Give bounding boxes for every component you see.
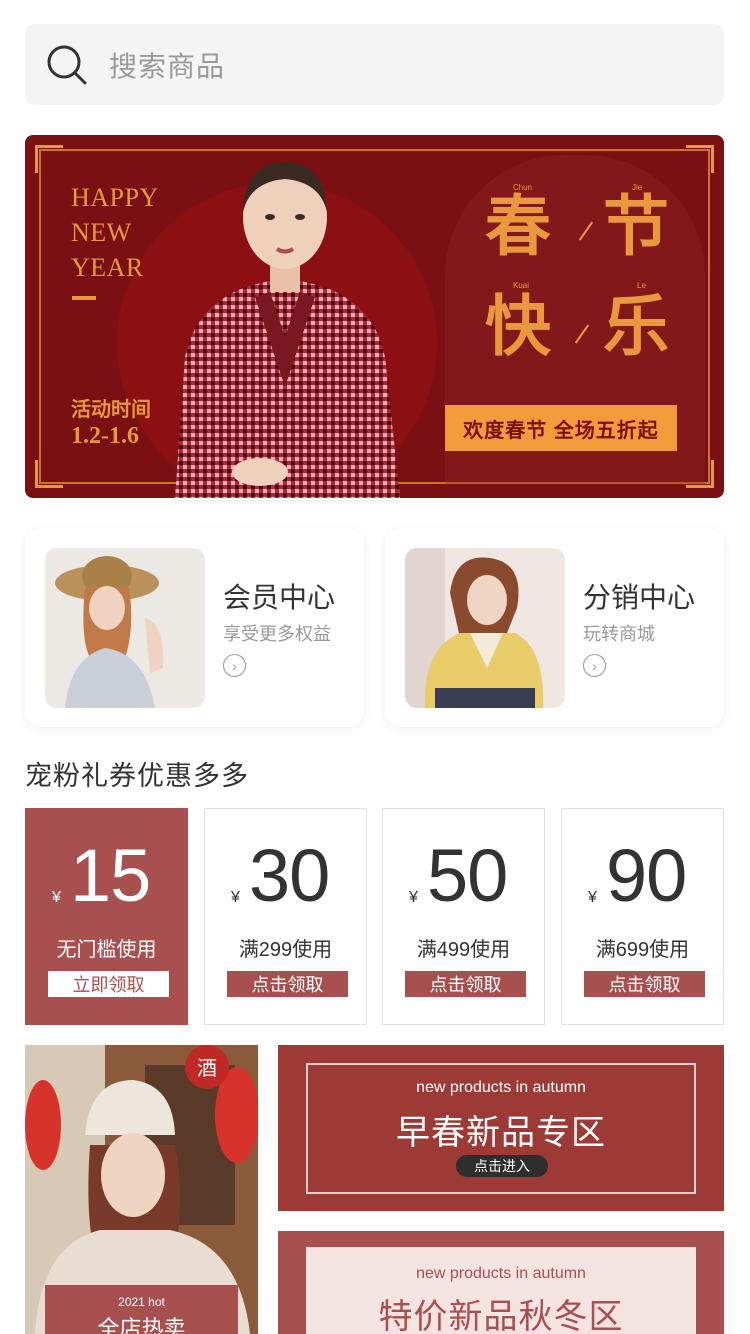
promo-title: 早春新品专区 xyxy=(396,1114,606,1152)
coupon-condition: 满699使用 xyxy=(595,939,690,961)
svg-text:酒: 酒 xyxy=(197,1056,217,1080)
activity-dates: 1.2-1.6 xyxy=(71,423,139,449)
enter-button[interactable]: 点击进入 xyxy=(456,1155,548,1177)
coupon-card[interactable]: ¥ 50 满499使用 点击领取 xyxy=(382,808,545,1025)
coupon-condition: 满499使用 xyxy=(416,939,511,961)
promo-english-subtitle: new products in autumn xyxy=(416,1079,586,1096)
hot-sale-tag: 2021 hot 全店热卖 xyxy=(45,1285,238,1334)
search-icon xyxy=(47,45,87,84)
promo-title: 特价新品秋冬区 xyxy=(378,1298,624,1334)
coupon-section-title: 宠粉礼券优惠多多 xyxy=(25,761,249,791)
hot-sale-title: 全店热卖 xyxy=(97,1316,186,1334)
coupon-amount: 90 xyxy=(606,834,687,917)
member-center-image xyxy=(45,548,205,708)
promo-banner[interactable]: HAPPY NEW YEAR 活动时间 1.2-1.6 Chun Jie Kua… xyxy=(25,135,724,498)
greeting-char: 快 xyxy=(485,287,551,365)
distribution-center-title: 分销中心 xyxy=(583,582,696,613)
currency-symbol: ¥ xyxy=(588,889,597,906)
coupon-card[interactable]: ¥ 15 无门槛使用 立即领取 xyxy=(25,808,188,1025)
happy-new-year-text: HAPPY NEW YEAR xyxy=(71,183,159,282)
coupon-amount: 15 xyxy=(70,834,151,917)
promo-english-subtitle: new products in autumn xyxy=(416,1265,586,1282)
coupon-condition: 满299使用 xyxy=(238,939,333,961)
claim-coupon-button[interactable]: 点击领取 xyxy=(227,971,348,997)
greeting-char: 乐 xyxy=(603,287,669,365)
currency-symbol: ¥ xyxy=(409,889,418,906)
hot-sale-year: 2021 hot xyxy=(118,1295,165,1309)
search-placeholder: 搜索商品 xyxy=(109,50,226,82)
greeting-char: 春 xyxy=(485,187,551,265)
activity-label: 活动时间 xyxy=(71,399,151,421)
chevron-right-icon[interactable]: › xyxy=(583,654,606,677)
coupon-condition: 无门槛使用 xyxy=(56,939,157,961)
hot-sale-promo[interactable]: 酒 2021 hot 全店热卖 xyxy=(25,1045,258,1334)
coupon-card[interactable]: ¥ 30 满299使用 点击领取 xyxy=(204,808,367,1025)
sale-button[interactable]: 欢度春节 全场五折起 xyxy=(445,405,677,451)
claim-coupon-button[interactable]: 点击领取 xyxy=(584,971,705,997)
distribution-center-subtitle: 玩转商城 xyxy=(583,624,655,644)
coupon-amount: 30 xyxy=(249,834,330,917)
banner-model-image xyxy=(175,162,400,498)
chevron-right-icon[interactable]: › xyxy=(223,654,246,677)
claim-coupon-button[interactable]: 点击领取 xyxy=(405,971,526,997)
distribution-center-card[interactable]: 分销中心 玩转商城 › xyxy=(385,528,724,727)
distribution-center-image xyxy=(405,548,565,708)
search-bar[interactable]: 搜索商品 xyxy=(25,24,724,105)
claim-coupon-button[interactable]: 立即领取 xyxy=(48,971,169,997)
currency-symbol: ¥ xyxy=(231,889,240,906)
currency-symbol: ¥ xyxy=(52,889,61,906)
early-spring-promo[interactable]: new products in autumn 早春新品专区 点击进入 xyxy=(278,1045,724,1211)
coupon-amount: 50 xyxy=(427,834,508,917)
special-price-promo[interactable]: new products in autumn 特价新品秋冬区 xyxy=(278,1231,724,1334)
coupon-card[interactable]: ¥ 90 满699使用 点击领取 xyxy=(561,808,724,1025)
member-center-subtitle: 享受更多权益 xyxy=(223,624,331,644)
member-center-title: 会员中心 xyxy=(223,582,336,613)
member-center-card[interactable]: 会员中心 享受更多权益 › xyxy=(25,528,364,727)
greeting-char: 节 xyxy=(603,187,669,265)
